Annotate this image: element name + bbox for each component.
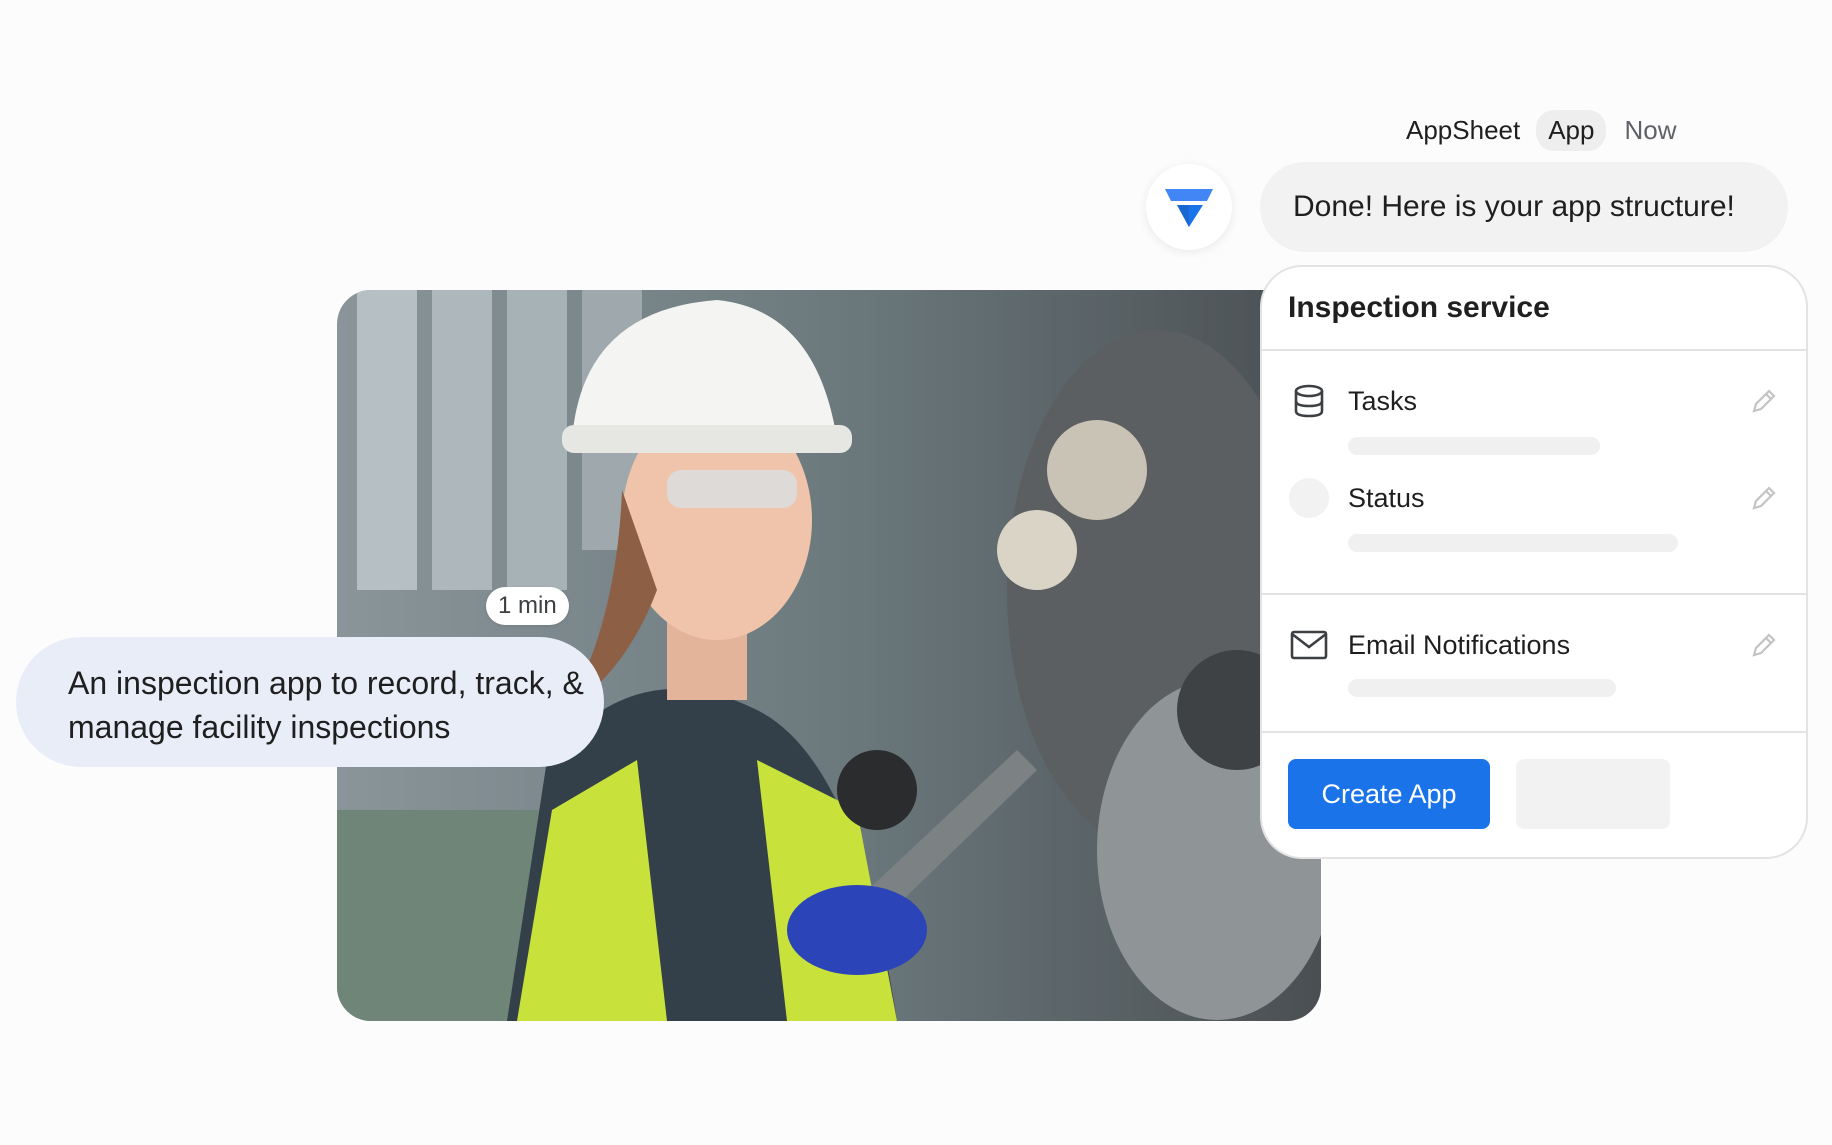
- placeholder-bar: [1348, 534, 1678, 552]
- reply-bubble: Done! Here is your app structure!: [1260, 162, 1788, 252]
- reply-text: Done! Here is your app structure!: [1293, 190, 1735, 223]
- placeholder-bar: [1348, 679, 1616, 697]
- appsheet-logo: [1146, 164, 1232, 250]
- card-item-label: Tasks: [1348, 385, 1418, 416]
- prompt-bubble: An inspection app to record, track, & ma…: [16, 637, 604, 767]
- app-structure-card: Inspection service Tasks Status Email No…: [1260, 265, 1808, 859]
- card-item-tasks[interactable]: Tasks: [1288, 379, 1780, 423]
- secondary-button-placeholder[interactable]: [1516, 759, 1670, 829]
- card-item-status[interactable]: Status: [1288, 476, 1780, 520]
- card-section-data: Tasks Status: [1262, 351, 1806, 595]
- card-item-label: Status: [1348, 482, 1425, 513]
- mail-icon: [1288, 624, 1330, 666]
- pencil-icon[interactable]: [1748, 385, 1780, 417]
- appsheet-logo-icon: [1165, 189, 1213, 227]
- pencil-icon[interactable]: [1748, 482, 1780, 514]
- app-badge: App: [1536, 110, 1607, 151]
- circle-placeholder-icon: [1288, 477, 1330, 519]
- pencil-icon[interactable]: [1748, 629, 1780, 661]
- message-header: AppSheet App Now: [1406, 110, 1677, 151]
- card-section-notifications: Email Notifications: [1262, 595, 1806, 733]
- placeholder-bar: [1348, 437, 1600, 455]
- card-title: Inspection service: [1262, 267, 1806, 351]
- sender-name: AppSheet: [1406, 115, 1521, 145]
- database-icon: [1288, 380, 1330, 422]
- card-actions: Create App: [1262, 733, 1806, 857]
- message-time: Now: [1624, 115, 1677, 145]
- create-app-button[interactable]: Create App: [1288, 759, 1490, 829]
- card-item-label: Email Notifications: [1348, 629, 1571, 660]
- card-item-email-notifications[interactable]: Email Notifications: [1288, 623, 1780, 667]
- prompt-text: An inspection app to record, track, & ma…: [68, 665, 584, 745]
- duration-chip: 1 min: [486, 587, 569, 625]
